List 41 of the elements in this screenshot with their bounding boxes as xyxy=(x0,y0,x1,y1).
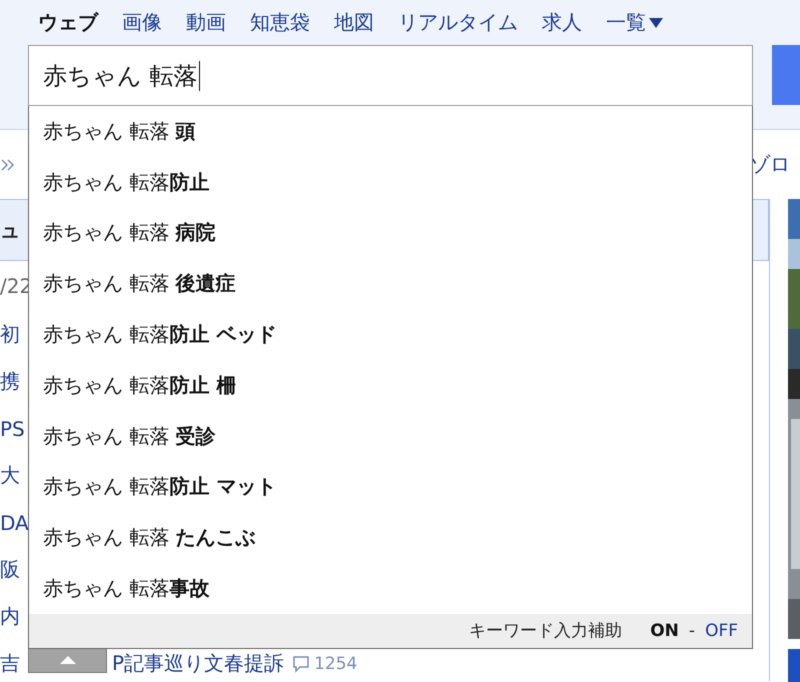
suggestion-item[interactable]: 赤ちゃん 転落防止 xyxy=(29,156,752,208)
news-link[interactable]: PS xyxy=(0,416,25,440)
thumbnail xyxy=(788,649,800,682)
nav-tab[interactable]: 地図 xyxy=(334,9,374,36)
news-link[interactable]: 吉 xyxy=(0,650,20,677)
comment-count: 1254 xyxy=(314,654,358,674)
news-link[interactable]: P記事巡り文春提訴 xyxy=(112,650,284,677)
news-link[interactable]: 阪 xyxy=(0,556,20,583)
text-cursor xyxy=(198,60,200,90)
caret-icon xyxy=(649,16,663,28)
nav-tab[interactable]: 一覧 xyxy=(606,9,663,36)
assist-label: キーワード入力補助 xyxy=(469,620,622,642)
double-chevron-icon xyxy=(0,156,16,172)
nav-tab[interactable]: 動画 xyxy=(186,9,226,36)
suggestion-item[interactable]: 赤ちゃん 転落防止 ベッド xyxy=(29,309,752,360)
news-link[interactable]: 内 xyxy=(0,603,20,630)
assist-option[interactable]: ON xyxy=(650,620,679,641)
comment-icon xyxy=(292,654,310,672)
news-link[interactable]: 大 xyxy=(0,462,20,489)
collapse-button[interactable] xyxy=(28,648,107,673)
nav-tab[interactable]: 知恵袋 xyxy=(250,9,310,36)
assist-option[interactable]: OFF xyxy=(705,620,738,641)
suggestion-item[interactable]: 赤ちゃん 転落防止 マット xyxy=(29,462,752,512)
suggestion-item[interactable]: 赤ちゃん 転落 後遺症 xyxy=(29,258,752,310)
separator-text: - xyxy=(688,620,696,641)
news-link[interactable]: 携 xyxy=(0,368,20,395)
suggestion-item[interactable]: 赤ちゃん 転落 受診 xyxy=(29,410,752,462)
suggestion-item[interactable]: 赤ちゃん 転落 たんこぶ xyxy=(29,512,752,564)
nav-tab[interactable]: 求人 xyxy=(542,9,582,36)
news-link[interactable]: DA xyxy=(0,510,29,534)
nav-tab[interactable]: リアルタイム xyxy=(398,9,518,36)
suggestion-item[interactable]: 赤ちゃん 転落 頭 xyxy=(29,106,752,157)
up-triangle-icon xyxy=(60,656,76,664)
news-link[interactable]: 初 xyxy=(0,321,20,348)
suggestion-item[interactable]: 赤ちゃん 転落防止 柵 xyxy=(29,360,752,411)
suggestion-item[interactable]: 赤ちゃん 転落 病院 xyxy=(29,208,752,258)
nav-tab[interactable]: 画像 xyxy=(122,9,162,36)
nav-tab[interactable]: ウェブ xyxy=(38,9,98,36)
link-text[interactable]: ゾロ xyxy=(750,151,790,178)
search-field[interactable]: 赤ちゃん 転落 xyxy=(28,45,753,106)
suggestion-item[interactable]: 赤ちゃん 転落事故 xyxy=(29,563,752,614)
